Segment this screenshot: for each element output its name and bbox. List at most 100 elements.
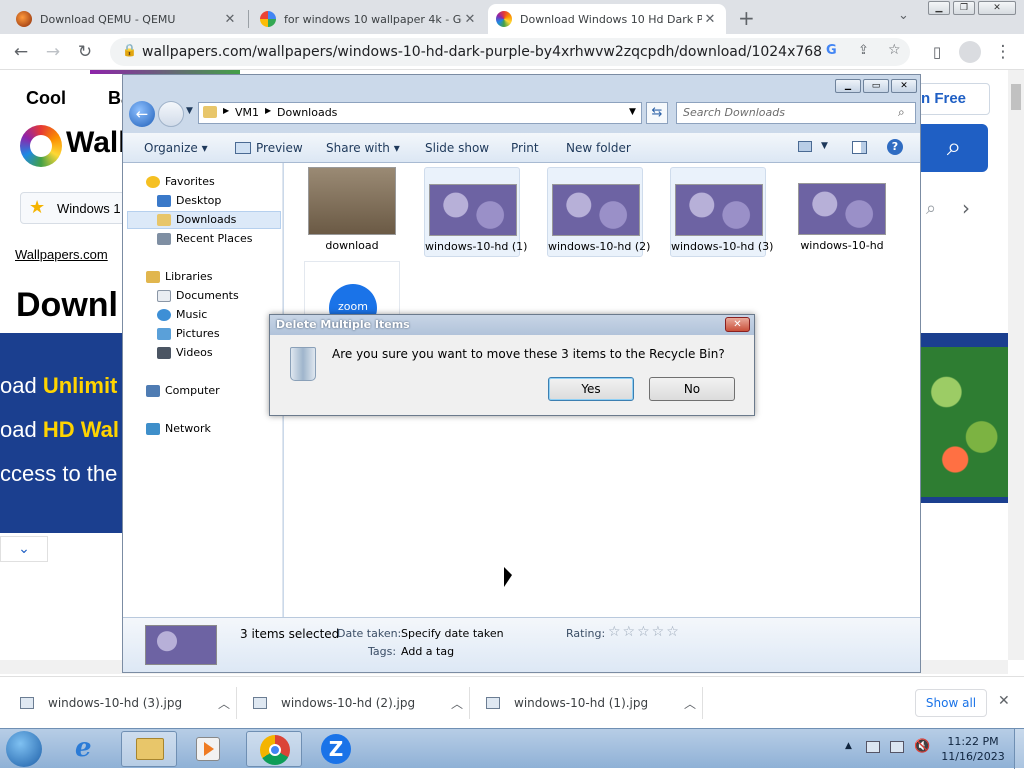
window-close-button[interactable]: ✕: [978, 1, 1016, 15]
nav-recent-places[interactable]: Recent Places: [157, 232, 253, 245]
tags-value[interactable]: Add a tag: [401, 645, 454, 658]
print-button[interactable]: Print: [511, 141, 539, 155]
start-orb-icon[interactable]: [6, 731, 42, 767]
reload-icon[interactable]: ↻: [74, 41, 96, 63]
explorer-close-button[interactable]: ✕: [891, 79, 917, 93]
file-item[interactable]: windows-10-hd (1): [424, 167, 527, 257]
address-dropdown-icon[interactable]: ▼: [629, 107, 636, 117]
show-all-button[interactable]: Show all: [915, 689, 987, 717]
breadcrumb-vm1[interactable]: VM1: [235, 106, 259, 119]
search-icon: ⌕: [898, 105, 905, 119]
nav-cool[interactable]: Cool: [26, 88, 66, 109]
nav-desktop[interactable]: Desktop: [157, 194, 221, 207]
help-icon[interactable]: ?: [887, 139, 903, 155]
close-icon[interactable]: ✕: [222, 12, 238, 27]
chevron-up-icon[interactable]: ︿: [684, 695, 696, 712]
lock-icon[interactable]: 🔒: [122, 43, 137, 57]
taskbar-chrome[interactable]: [246, 731, 302, 767]
preview-button[interactable]: Preview: [256, 141, 303, 155]
chevron-right-icon[interactable]: ›: [962, 196, 970, 220]
side-panel-icon[interactable]: ▯: [926, 41, 948, 63]
tab-google-search[interactable]: for windows 10 wallpaper 4k - Goog ✕: [252, 4, 486, 34]
chevron-down-icon[interactable]: ⌄: [0, 536, 48, 562]
new-tab-button[interactable]: +: [738, 6, 755, 30]
nav-libraries[interactable]: Libraries: [146, 270, 213, 283]
organize-menu[interactable]: Organize ▾: [144, 141, 208, 155]
date-taken-value[interactable]: Specify date taken: [401, 627, 504, 640]
close-shelf-icon[interactable]: ✕: [998, 693, 1010, 709]
close-icon[interactable]: ✕: [462, 12, 478, 27]
omnibox[interactable]: 🔒 wallpapers.com/wallpapers/windows-10-h…: [110, 38, 910, 66]
tab-wallpapers[interactable]: Download Windows 10 Hd Dark Pur ✕: [488, 4, 726, 34]
download-item[interactable]: windows-10-hd (1).jpg ︿: [486, 677, 696, 729]
taskbar-media-player[interactable]: [180, 731, 236, 767]
network-tray-icon[interactable]: [890, 741, 904, 753]
recent-pages-chevron-icon[interactable]: ▼: [186, 106, 193, 116]
nav-computer[interactable]: Computer: [146, 384, 220, 397]
taskbar-clock[interactable]: 11:22 PM 11/16/2023: [934, 734, 1012, 764]
refresh-icon[interactable]: ⇆: [646, 102, 668, 124]
nav-network[interactable]: Network: [146, 422, 211, 435]
nav-pictures[interactable]: Pictures: [157, 327, 220, 340]
bookmark-star-icon[interactable]: ☆: [888, 42, 901, 58]
taskbar-explorer[interactable]: [121, 731, 177, 767]
preview-pane-icon[interactable]: [852, 141, 867, 154]
search-icon[interactable]: ⌕: [926, 198, 936, 219]
nav-downloads[interactable]: Downloads: [157, 213, 236, 226]
close-icon[interactable]: ✕: [702, 12, 718, 27]
share-with-menu[interactable]: Share with ▾: [326, 141, 400, 155]
explorer-forward-icon[interactable]: [158, 101, 184, 127]
download-item[interactable]: windows-10-hd (3).jpg ︿: [20, 677, 230, 729]
taskbar-ie[interactable]: e: [62, 731, 118, 767]
breadcrumb-link[interactable]: Wallpapers.com: [15, 247, 108, 262]
profile-avatar-icon[interactable]: [959, 41, 981, 63]
tab-qemu[interactable]: Download QEMU - QEMU ✕: [8, 4, 246, 34]
chevron-up-icon[interactable]: ︿: [218, 695, 230, 712]
scrollbar-thumb[interactable]: [1011, 84, 1021, 110]
no-button[interactable]: No: [649, 377, 735, 401]
show-hidden-icons-icon[interactable]: ▲: [845, 741, 852, 751]
page-scrollbar[interactable]: [1008, 70, 1024, 660]
file-item[interactable]: zoom: [304, 261, 400, 332]
change-view-icon[interactable]: [798, 141, 812, 152]
file-item[interactable]: windows-10-hd: [794, 167, 890, 257]
chevron-up-icon[interactable]: ︿: [451, 695, 463, 712]
nav-videos[interactable]: Videos: [157, 346, 213, 359]
forward-arrow-icon[interactable]: →: [42, 41, 64, 63]
file-item[interactable]: download: [304, 167, 400, 257]
nav-music[interactable]: Music: [157, 308, 207, 321]
back-arrow-icon[interactable]: ←: [10, 41, 32, 63]
view-options-chevron-icon[interactable]: ▼: [821, 141, 828, 151]
breadcrumb-downloads[interactable]: Downloads: [277, 106, 337, 119]
rating-stars[interactable]: ☆☆☆☆☆: [608, 624, 681, 640]
file-item[interactable]: windows-10-hd (2): [547, 167, 650, 257]
menu-kebab-icon[interactable]: ⋮: [992, 41, 1014, 63]
explorer-minimize-button[interactable]: ▁: [835, 79, 861, 93]
taskbar-zoom[interactable]: Z: [308, 731, 364, 767]
google-lens-icon[interactable]: G: [826, 43, 837, 58]
url-text[interactable]: wallpapers.com/wallpapers/windows-10-hd-…: [142, 44, 822, 60]
explorer-search-input[interactable]: Search Downloads: [676, 102, 916, 124]
file-item[interactable]: windows-10-hd (3): [670, 167, 773, 257]
site-search-button[interactable]: ⌕: [920, 124, 988, 172]
downloads-folder-icon: [157, 213, 171, 226]
volume-muted-icon[interactable]: 🔇: [914, 739, 930, 754]
nav-documents[interactable]: Documents: [157, 289, 239, 302]
download-item[interactable]: windows-10-hd (2).jpg ︿: [253, 677, 463, 729]
search-chip[interactable]: ★ Windows 1: [20, 192, 128, 224]
share-icon[interactable]: ⇪: [858, 43, 869, 58]
show-desktop-button[interactable]: [1014, 729, 1024, 769]
nav-favorites[interactable]: Favorites: [146, 175, 215, 188]
explorer-maximize-button[interactable]: ▭: [863, 79, 889, 93]
explorer-address-bar[interactable]: ▶ VM1 ▶ Downloads ▼: [198, 102, 642, 124]
action-center-icon[interactable]: [866, 741, 880, 753]
join-free-button[interactable]: n Free: [918, 83, 990, 115]
yes-button[interactable]: Yes: [548, 377, 634, 401]
new-folder-button[interactable]: New folder: [566, 141, 631, 155]
dialog-close-button[interactable]: ✕: [725, 317, 750, 332]
minimize-button[interactable]: ▁: [928, 1, 950, 15]
tab-search-chevron-icon[interactable]: ⌄: [898, 8, 909, 23]
slide-show-button[interactable]: Slide show: [425, 141, 489, 155]
restore-button[interactable]: ❐: [953, 1, 975, 15]
explorer-back-icon[interactable]: ←: [129, 101, 155, 127]
